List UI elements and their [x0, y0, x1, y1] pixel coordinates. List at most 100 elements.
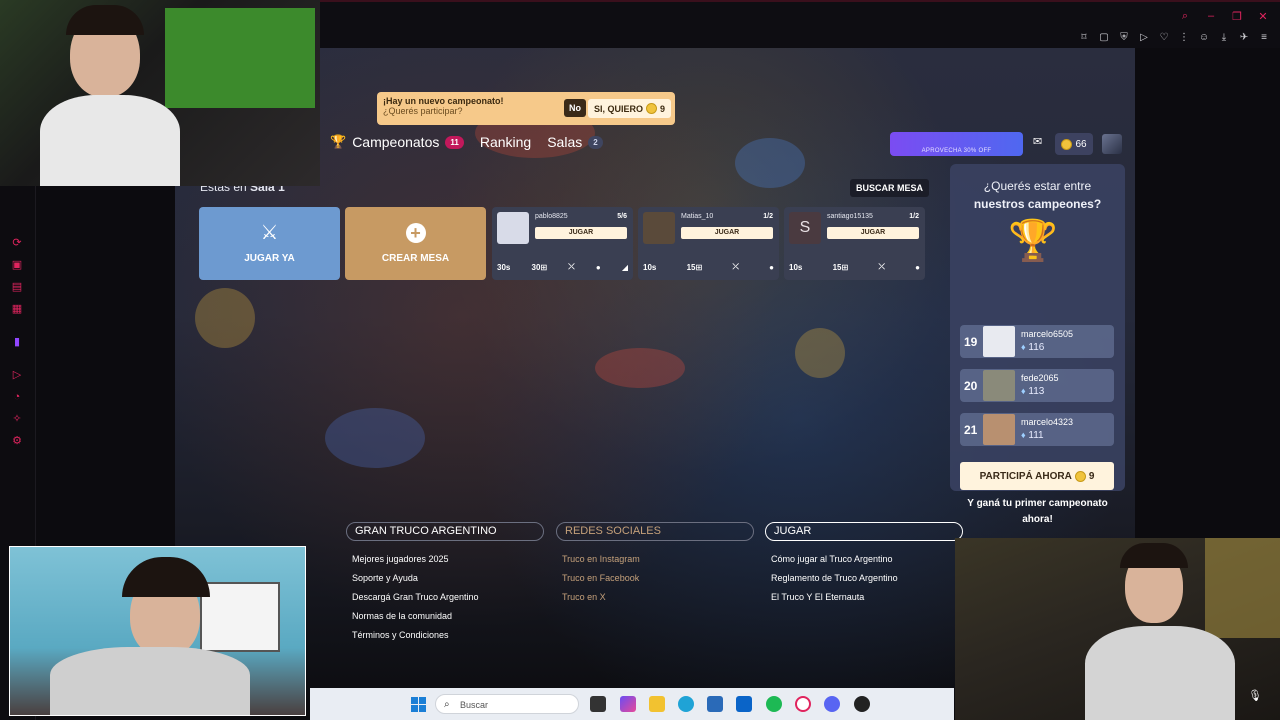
count-badge: 2 [588, 135, 603, 149]
ai-icon[interactable]: ✈ [1238, 32, 1250, 44]
shield-icon[interactable]: ⛨ [1118, 32, 1130, 44]
footer-line1: Y ganá tu primer campeonato [967, 498, 1108, 509]
participate-button[interactable]: PARTICIPÁ AHORA 9 [960, 462, 1114, 490]
spotify-icon[interactable] [766, 696, 782, 712]
rank-position: 19 [964, 335, 978, 349]
minimize-icon[interactable]: – [1204, 10, 1218, 23]
play-icon[interactable]: ▷ [1138, 32, 1150, 44]
task-view-icon[interactable] [590, 696, 606, 712]
footer-link[interactable]: Reglamento de Truco Argentino [771, 569, 963, 588]
footer-link[interactable]: Truco en Instagram [562, 550, 754, 569]
gem-icon: ♦ [1021, 430, 1026, 440]
footer-links: Truco en Instagram Truco en Facebook Tru… [556, 550, 754, 607]
quick-play-label: JUGAR YA [244, 253, 295, 264]
discord-icon[interactable] [824, 696, 840, 712]
ranking-row[interactable]: 20 fede2065 ♦ 113 [960, 369, 1114, 402]
wallet-icon[interactable]: ▤ [10, 280, 24, 294]
opera-icon[interactable] [795, 696, 811, 712]
mic-muted-icon: 🎙 [1248, 690, 1262, 702]
table-card[interactable]: S santiago15135 1/2 JUGAR 10s 15⊞ ⤫ ● [784, 207, 925, 280]
extensions-icon[interactable]: ✧ [10, 412, 24, 426]
download-icon[interactable]: ⤓ [1218, 32, 1230, 44]
copilot-icon[interactable] [620, 696, 636, 712]
search-placeholder: Buscar [460, 700, 489, 710]
accept-button[interactable]: SI, QUIERO 9 [588, 99, 672, 118]
footer-links: Cómo jugar al Truco Argentino Reglamento… [765, 550, 963, 607]
ranking-row[interactable]: 19 marcelo6505 ♦ 116 [960, 325, 1114, 358]
twitch-icon[interactable]: ▮ [10, 335, 24, 349]
join-button[interactable]: JUGAR [535, 227, 627, 239]
table-card[interactable]: Matias_10 1/2 JUGAR 10s 15⊞ ⤫ ● [638, 207, 779, 280]
restore-icon[interactable]: ❐ [1230, 10, 1244, 23]
bookmark-icon[interactable]: ⌑ [1078, 32, 1090, 44]
footer-link[interactable]: Truco en Facebook [562, 569, 754, 588]
champions-title-line1: ¿Querés estar entre [983, 179, 1092, 193]
footer-link[interactable]: Cómo jugar al Truco Argentino [771, 550, 963, 569]
champions-title: ¿Querés estar entre nuestros campeones? [950, 177, 1125, 213]
footer-link[interactable]: Descargá Gran Truco Argentino [352, 588, 544, 607]
footer-link[interactable]: Soporte y Ayuda [352, 569, 544, 588]
points-icon: ⊞ [841, 262, 849, 272]
history-icon[interactable]: ◔ [10, 390, 24, 404]
search-table-button[interactable]: BUSCAR MESA [850, 179, 930, 197]
footer-link[interactable]: Términos y Condiciones [352, 626, 544, 645]
menu-dots-icon[interactable]: ⋮ [1178, 32, 1190, 44]
tab-campeonatos[interactable]: 🏆 Campeonatos 11 [330, 134, 464, 150]
footer-heading: REDES SOCIALES [556, 522, 754, 541]
user-icon[interactable]: ☺ [1198, 32, 1210, 44]
footer-link[interactable]: Truco en X [562, 588, 754, 607]
player-avatar [983, 414, 1015, 445]
player-avatar [643, 212, 675, 244]
outlook-icon[interactable] [736, 696, 752, 712]
points: 30⊞ [532, 263, 548, 272]
main-nav: 🏆 Campeonatos 11 Ranking Salas 2 [330, 134, 603, 150]
robot-icon[interactable]: ▣ [10, 258, 24, 272]
footer-line2: ahora! [1022, 514, 1053, 525]
hamburger-icon[interactable]: ≡ [1258, 32, 1270, 44]
footer-link[interactable]: Mejores jugadores 2025 [352, 550, 544, 569]
tab-salas[interactable]: Salas 2 [547, 134, 603, 150]
footer-link[interactable]: Normas de la comunidad [352, 607, 544, 626]
search-icon[interactable]: ⌕ [1178, 10, 1192, 23]
news-icon[interactable]: ▦ [10, 302, 24, 316]
windows-start-icon[interactable] [411, 697, 426, 712]
player-name: marcelo4323 [1021, 417, 1074, 427]
promo-button[interactable]: APROVECHA 30% OFF [890, 132, 1023, 156]
app-icon[interactable] [854, 696, 870, 712]
player-icon[interactable]: ▷ [10, 368, 24, 382]
join-button[interactable]: JUGAR [827, 227, 919, 239]
store-icon[interactable] [707, 696, 723, 712]
player-name: santiago15135 [827, 213, 873, 220]
tab-label: Salas [547, 134, 583, 150]
footer-link[interactable]: El Truco Y El Eternauta [771, 588, 963, 607]
mail-icon[interactable]: ✉ [1033, 137, 1046, 148]
refresh-icon[interactable]: ⟳ [10, 236, 24, 250]
file-explorer-icon[interactable] [649, 696, 665, 712]
heart-icon[interactable]: ♡ [1158, 32, 1170, 44]
create-table-button[interactable]: + CREAR MESA [345, 207, 486, 280]
decline-button[interactable]: No [564, 99, 586, 117]
turn-time: 30s [497, 262, 511, 272]
champions-panel: ¿Querés estar entre nuestros campeones? … [950, 164, 1125, 525]
screen: { "notice": {"title":"¡Hay un nuevo camp… [0, 0, 1280, 720]
taskbar-search[interactable]: ⌕ Buscar [435, 694, 579, 714]
quick-play-button[interactable]: ⚔ JUGAR YA [199, 207, 340, 280]
tab-label: Campeonatos [352, 134, 440, 150]
edge-icon[interactable] [678, 696, 694, 712]
player-name: fede2065 [1021, 373, 1059, 383]
participate-cost: 9 [1088, 470, 1095, 482]
ranking-row[interactable]: 21 marcelo4323 ♦ 111 [960, 413, 1114, 446]
join-button[interactable]: JUGAR [681, 227, 773, 239]
coin-icon [1074, 470, 1086, 482]
deck-icon: ◢ [621, 262, 628, 272]
screenshot-icon[interactable]: ▢ [1098, 32, 1110, 44]
score-value: 113 [1028, 386, 1045, 397]
trophy-icon: 🏆 [1008, 219, 1058, 263]
settings-icon[interactable]: ⚙ [10, 434, 24, 448]
tab-ranking[interactable]: Ranking [480, 134, 531, 150]
coin-balance[interactable]: 66 [1055, 133, 1093, 155]
points-value: 15 [832, 262, 842, 272]
close-icon[interactable]: ✕ [1256, 10, 1270, 23]
avatar[interactable] [1102, 134, 1122, 154]
table-card[interactable]: pablo8825 5/6 JUGAR 30s 30⊞ ⤫ ● ◢ [492, 207, 633, 280]
